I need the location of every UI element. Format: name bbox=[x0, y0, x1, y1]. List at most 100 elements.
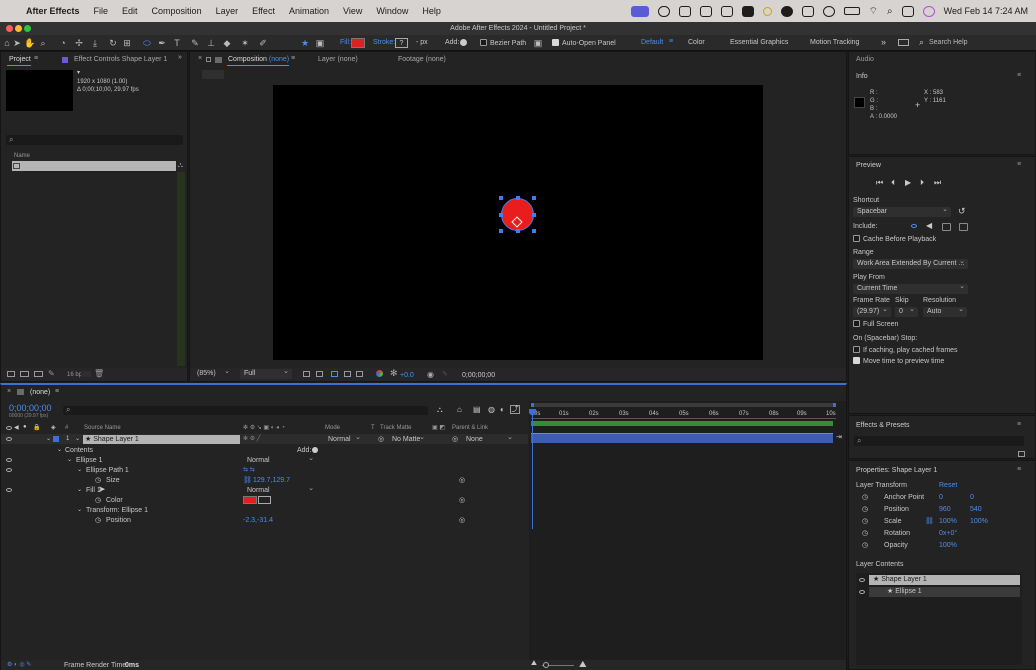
layer-visibility-icon[interactable] bbox=[6, 437, 12, 441]
project-item-row[interactable] bbox=[12, 161, 176, 171]
track-matte-dropdown[interactable]: No Matte bbox=[388, 433, 428, 445]
effects-menu-icon[interactable]: ≡ bbox=[1017, 421, 1021, 428]
zoom-in-icon[interactable]: ⛰ bbox=[579, 659, 587, 670]
position-x[interactable]: 960 bbox=[939, 506, 951, 513]
shape-handle-bl[interactable] bbox=[499, 229, 503, 233]
wifi-icon[interactable]: ⌔ bbox=[869, 5, 878, 18]
clone-stamp-tool-icon[interactable]: ⊥ bbox=[206, 38, 216, 48]
move-time-checkbox[interactable]: Move time to preview time bbox=[853, 357, 944, 365]
fill-color-swatch[interactable] bbox=[351, 38, 365, 48]
work-area-bar[interactable] bbox=[531, 403, 836, 407]
dropbox-icon[interactable] bbox=[678, 5, 691, 17]
ellipse1-mode-dropdown[interactable]: Normal bbox=[243, 454, 317, 466]
opacity-stopwatch-icon[interactable]: ◷ bbox=[862, 541, 868, 549]
layout-icon[interactable] bbox=[898, 39, 909, 46]
stroke-swatch[interactable]: ? bbox=[395, 38, 408, 48]
menu-file[interactable]: File bbox=[87, 6, 116, 16]
track-matte-icon[interactable]: ◎ bbox=[378, 435, 384, 443]
menu-animation[interactable]: Animation bbox=[282, 6, 336, 16]
layer-label-color[interactable] bbox=[53, 436, 59, 442]
tab-timeline[interactable]: (none) bbox=[30, 389, 50, 396]
workspace-color[interactable]: Color bbox=[688, 39, 705, 46]
layer-mode-dropdown[interactable]: Normal bbox=[324, 433, 364, 445]
camera-icon[interactable] bbox=[699, 5, 712, 17]
reset-link[interactable]: Reset bbox=[939, 482, 957, 489]
scale-y[interactable]: 100% bbox=[970, 518, 988, 525]
rotate-tool-icon[interactable]: ↻ bbox=[108, 38, 118, 48]
transparency-grid-icon[interactable] bbox=[316, 371, 323, 377]
if-caching-checkbox[interactable]: If caching, play cached frames bbox=[853, 346, 958, 354]
anchor-point-x[interactable]: 0 bbox=[939, 494, 943, 501]
toggle-switches-icon[interactable]: ⚙ ◐ ◎ ✎ bbox=[7, 661, 31, 668]
position-y[interactable]: 540 bbox=[970, 506, 982, 513]
scale-stopwatch-icon[interactable]: ◷ bbox=[862, 517, 868, 525]
position-stopwatch-icon[interactable]: ◷ bbox=[862, 505, 868, 513]
transform-arrow[interactable]: ⌄ bbox=[77, 506, 82, 513]
tab-effect-controls[interactable]: Effect Controls Shape Layer 1 bbox=[74, 56, 167, 63]
shape-handle-br[interactable] bbox=[532, 229, 536, 233]
timeline-timecode[interactable]: 0;00;00;00 bbox=[9, 403, 52, 413]
play-icon[interactable]: ▶ bbox=[905, 178, 911, 187]
type-tool-icon[interactable]: T bbox=[172, 38, 182, 48]
project-menu-icon[interactable]: ≡ bbox=[34, 55, 38, 62]
fill-mode-dropdown[interactable]: Normal bbox=[243, 484, 317, 496]
opacity-value[interactable]: 100% bbox=[939, 542, 957, 549]
selection-tool-icon[interactable]: ➤ bbox=[12, 38, 22, 48]
timeline-menu-icon[interactable]: ≡ bbox=[55, 388, 59, 395]
timeline-close-icon[interactable]: × bbox=[7, 388, 11, 395]
shape-handle-tl[interactable] bbox=[499, 196, 503, 200]
menu-composition[interactable]: Composition bbox=[145, 6, 209, 16]
shape-handle-tr[interactable] bbox=[532, 196, 536, 200]
project-flowchart-icon[interactable]: ⛬ bbox=[178, 162, 183, 170]
menubar-clock[interactable]: Wed Feb 14 7:24 AM bbox=[944, 6, 1028, 16]
play-from-dropdown[interactable]: Current Time bbox=[853, 282, 968, 294]
anchor-point-y[interactable]: 0 bbox=[970, 494, 974, 501]
position-expression-icon[interactable]: ◎ bbox=[459, 516, 465, 524]
properties-menu-icon[interactable]: ≡ bbox=[1017, 466, 1021, 473]
s-icon[interactable] bbox=[762, 6, 772, 16]
current-time-indicator[interactable] bbox=[532, 409, 533, 529]
layer-expand-arrow[interactable]: ⌄ bbox=[75, 435, 80, 442]
new-comp-icon[interactable] bbox=[34, 371, 43, 377]
comp-lock-icon[interactable] bbox=[206, 57, 211, 62]
include-video-icon[interactable] bbox=[911, 224, 917, 228]
frame-blending-icon[interactable]: ◍ bbox=[488, 405, 495, 414]
comp-menu-icon[interactable]: ≡ bbox=[291, 55, 295, 62]
shape-handle-r[interactable] bbox=[532, 213, 536, 217]
workspace-default[interactable]: Default bbox=[641, 39, 663, 46]
shape-handle-t[interactable] bbox=[516, 196, 520, 200]
exposure-icon[interactable]: ✻ bbox=[390, 368, 398, 379]
orbit-tool-icon[interactable]: ◔ bbox=[58, 38, 68, 48]
timeline-end-icon[interactable]: ⇥ bbox=[836, 433, 842, 441]
chatgpt-icon[interactable] bbox=[780, 5, 793, 17]
anchor-stopwatch-icon[interactable]: ◷ bbox=[862, 493, 868, 501]
fill-arrow[interactable]: ⌄ bbox=[77, 486, 82, 493]
screen-mirroring-icon[interactable] bbox=[630, 5, 649, 17]
zoom-slider-thumb[interactable] bbox=[543, 662, 549, 668]
siri-icon[interactable] bbox=[922, 5, 935, 17]
size-expression-icon[interactable]: ◎ bbox=[459, 476, 465, 484]
delete-icon[interactable]: 🗑 bbox=[94, 369, 104, 378]
menu-edit[interactable]: Edit bbox=[115, 6, 145, 16]
frame-rate-dropdown[interactable]: (29.97) bbox=[853, 305, 891, 317]
resolution-dropdown[interactable]: Full bbox=[240, 367, 292, 379]
fill-color-value-swatch[interactable] bbox=[243, 496, 257, 504]
menu-help[interactable]: Help bbox=[415, 6, 448, 16]
grid-icon[interactable] bbox=[801, 5, 814, 17]
color-stopwatch-icon[interactable]: ◷ bbox=[95, 496, 101, 504]
shy-layers-icon[interactable]: ▤ bbox=[473, 405, 481, 414]
size-value[interactable]: 129.7,129.7 bbox=[253, 477, 290, 484]
bezier-mask-icon[interactable]: ▣ bbox=[533, 38, 543, 48]
project-search-input[interactable]: ⌕ bbox=[6, 135, 183, 145]
tab-project[interactable]: Project bbox=[9, 56, 31, 63]
comp-current-time[interactable]: 0;00;00;00 bbox=[462, 372, 495, 379]
contents-arrow[interactable]: ⌄ bbox=[57, 446, 62, 453]
fill-visibility-icon[interactable] bbox=[6, 488, 12, 492]
menu-view[interactable]: View bbox=[336, 6, 369, 16]
size-stopwatch-icon[interactable]: ◷ bbox=[95, 476, 101, 484]
menu-window[interactable]: Window bbox=[369, 6, 415, 16]
show-snapshot-icon[interactable]: ✎ bbox=[442, 370, 448, 378]
motion-blur-icon[interactable]: ◐ bbox=[500, 405, 505, 414]
last-frame-icon[interactable]: ⏭ bbox=[934, 178, 941, 188]
ellipse1-arrow[interactable]: ⌄ bbox=[67, 456, 72, 463]
